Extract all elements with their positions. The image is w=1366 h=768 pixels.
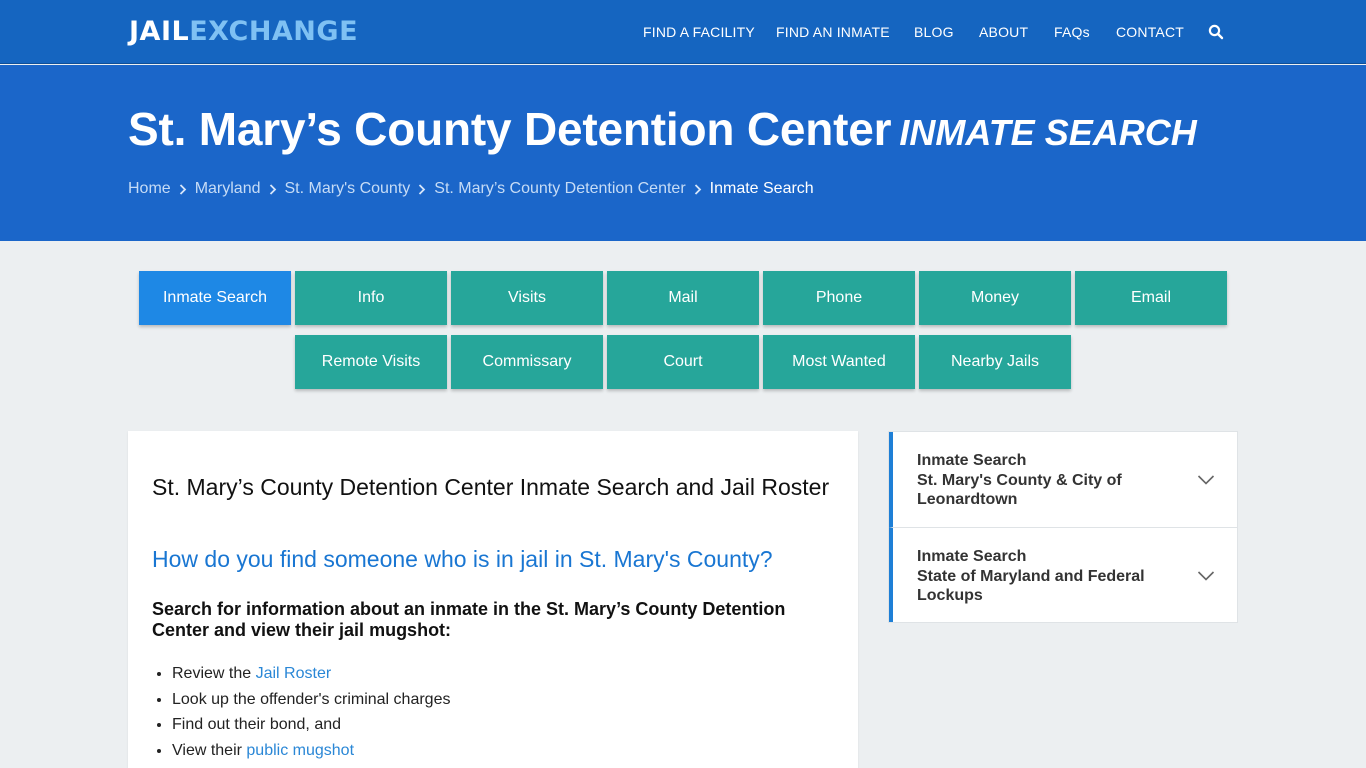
list-item-text: Look up the offender's criminal charges <box>172 690 451 708</box>
jail-roster-link[interactable]: Jail Roster <box>256 665 332 682</box>
hero-banner: St. Mary’s County Detention Center INMATE… <box>0 65 1366 241</box>
chevron-down-icon <box>1197 571 1215 581</box>
top-navbar: JAILEXCHANGE FIND A FACILITY FIND AN INM… <box>0 0 1366 64</box>
main-content-card: St. Mary’s County Detention Center Inmat… <box>128 431 858 768</box>
accordion-county-search[interactable]: Inmate Search St. Mary's County & City o… <box>889 432 1237 528</box>
public-mugshot-link[interactable]: public mugshot <box>246 742 354 759</box>
accordion-subtitle: St. Mary's County & City of Leonardtown <box>917 471 1122 509</box>
chevron-right-icon <box>686 179 710 199</box>
content-question: How do you find someone who is in jail i… <box>152 546 773 572</box>
breadcrumb-county[interactable]: St. Mary's County <box>285 179 411 199</box>
chevron-right-icon <box>261 179 285 199</box>
list-item: Review the Jail Roster <box>172 661 812 687</box>
accordion-label: Inmate Search State of Maryland and Fede… <box>917 547 1147 606</box>
tab-most-wanted[interactable]: Most Wanted <box>763 335 915 389</box>
breadcrumb: Home Maryland St. Mary's County St. Mary… <box>128 179 814 199</box>
tab-email[interactable]: Email <box>1075 271 1227 325</box>
nav-faqs[interactable]: FAQs <box>1054 23 1090 41</box>
list-item-text: Review the <box>172 665 256 682</box>
tab-inmate-search[interactable]: Inmate Search <box>139 271 291 325</box>
chevron-right-icon <box>410 179 434 199</box>
breadcrumb-current: Inmate Search <box>709 180 814 197</box>
search-icon[interactable] <box>1208 24 1224 40</box>
sidebar-accordion: Inmate Search St. Mary's County & City o… <box>888 431 1238 623</box>
nav-find-an-inmate[interactable]: FIND AN INMATE <box>776 23 890 41</box>
page-title-text: St. Mary’s County Detention Center <box>128 103 892 155</box>
tab-remote-visits[interactable]: Remote Visits <box>295 335 447 389</box>
tab-visits[interactable]: Visits <box>451 271 603 325</box>
content-intro: Search for information about an inmate i… <box>152 599 786 640</box>
accordion-subtitle: State of Maryland and Federal Lockups <box>917 567 1145 605</box>
tab-info[interactable]: Info <box>295 271 447 325</box>
chevron-down-icon <box>1197 475 1215 485</box>
tab-court[interactable]: Court <box>607 335 759 389</box>
nav-about[interactable]: ABOUT <box>979 23 1028 41</box>
list-item-text: Find out their bond, and <box>172 716 342 733</box>
content-heading: St. Mary’s County Detention Center Inmat… <box>152 474 830 500</box>
chevron-right-icon <box>171 179 195 199</box>
tab-commissary[interactable]: Commissary <box>451 335 603 389</box>
accordion-title: Inmate Search <box>917 548 1027 565</box>
nav-contact[interactable]: CONTACT <box>1116 23 1184 41</box>
breadcrumb-facility[interactable]: St. Mary’s County Detention Center <box>434 179 685 199</box>
accordion-title: Inmate Search <box>917 452 1027 469</box>
nav-find-a-facility[interactable]: FIND A FACILITY <box>643 23 755 41</box>
list-item-text: View their <box>172 741 247 759</box>
list-item: View their public mugshot <box>172 738 812 764</box>
list-item: Look up the offender's criminal charges <box>172 687 812 713</box>
page-subtitle: INMATE SEARCH <box>899 112 1197 153</box>
tab-mail[interactable]: Mail <box>607 271 759 325</box>
main-nav: FIND A FACILITY FIND AN INMATE BLOG ABOU… <box>0 23 1366 41</box>
accordion-label: Inmate Search St. Mary's County & City o… <box>917 451 1147 510</box>
breadcrumb-home[interactable]: Home <box>128 179 171 199</box>
page-title: St. Mary’s County Detention Center INMATE… <box>128 103 1197 159</box>
list-item: Find out their bond, and <box>172 712 812 738</box>
tab-phone[interactable]: Phone <box>763 271 915 325</box>
tab-money[interactable]: Money <box>919 271 1071 325</box>
accordion-state-search[interactable]: Inmate Search State of Maryland and Fede… <box>889 528 1237 622</box>
nav-blog[interactable]: BLOG <box>914 23 954 41</box>
breadcrumb-maryland[interactable]: Maryland <box>195 179 261 199</box>
tab-nearby-jails[interactable]: Nearby Jails <box>919 335 1071 389</box>
content-list: Review the Jail Roster Look up the offen… <box>172 661 812 763</box>
